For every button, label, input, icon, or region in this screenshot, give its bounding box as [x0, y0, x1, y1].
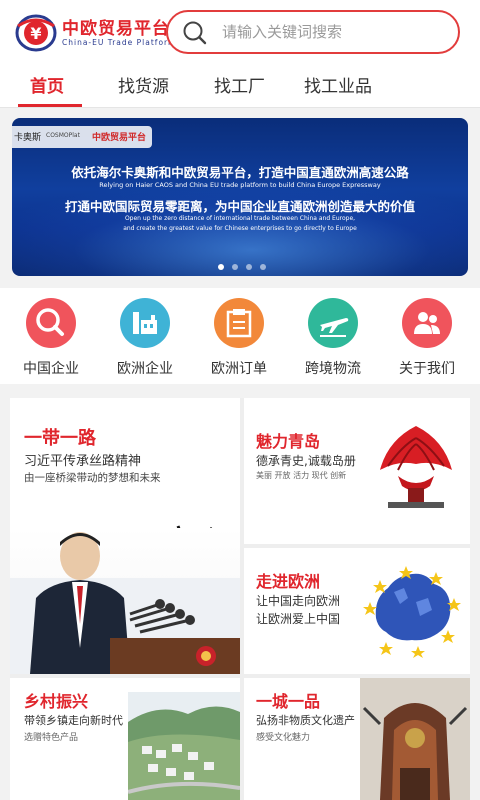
nav-european-orders[interactable]: 欧洲订单: [198, 298, 278, 378]
feature-title: 魅力青岛: [256, 432, 321, 451]
feature-city-product[interactable]: 一城一品 弘扬非物质文化遗产 感受文化魅力: [244, 678, 470, 800]
nav-label: 中国企业: [23, 361, 79, 377]
category-tabs: 首页 找货源 找工厂 找工业品: [0, 64, 480, 108]
grid-divider: [240, 398, 244, 800]
banner-english-2: Open up the zero distance of internation…: [124, 215, 356, 222]
promo-banner[interactable]: 卡奥斯 COSMOPlat 中欧贸易平台 依托海尔卡奥斯和中欧贸易平台，打造中国…: [12, 118, 468, 276]
feature-tags: 美丽 开放 活力 现代 创新: [256, 471, 347, 480]
feature-title: 走进欧洲: [256, 572, 321, 591]
cultural-heritage-photo: [360, 678, 470, 800]
feature-grid: 一带一路 习近平传承丝路精神 由一座桥梁带动的梦想和未来 魅力青岛 德承青史,诚…: [10, 398, 470, 800]
factory-icon: [120, 298, 170, 348]
active-tab-indicator: [18, 104, 82, 107]
nav-label: 关于我们: [399, 361, 455, 377]
app-screen: ¥ 中欧贸易平台 China-EU Trade Platform 首页 找货源 …: [0, 0, 480, 800]
nav-label: 跨境物流: [305, 361, 361, 377]
platform-logo[interactable]: ¥ 中欧贸易平台 China-EU Trade Platform: [12, 8, 175, 56]
tab-find-supply[interactable]: 找货源: [118, 72, 169, 97]
banner-brand-strip: 卡奥斯 COSMOPlat 中欧贸易平台: [12, 126, 152, 148]
carousel-dot[interactable]: [232, 264, 238, 270]
feature-qingdao[interactable]: 魅力青岛 德承青史,诚载岛册 美丽 开放 活力 现代 创新: [244, 398, 470, 544]
magnifier-icon: [26, 298, 76, 348]
search-box[interactable]: [166, 10, 460, 54]
yen-globe-logo-icon: ¥: [15, 14, 57, 52]
airplane-icon: [308, 298, 358, 348]
banner-english-3: and create the greatest value for Chines…: [123, 225, 357, 232]
feature-rural[interactable]: 乡村振兴 带领乡镇走向新时代 选赠特色产品: [10, 678, 240, 800]
banner-english-1: Relying on Haier CAOS and China EU trade…: [99, 181, 381, 189]
brand-caos: 卡奥斯: [14, 133, 42, 143]
svg-text:¥: ¥: [30, 24, 41, 43]
feature-line-1: 弘扬非物质文化遗产: [256, 714, 355, 727]
order-icon: [214, 298, 264, 348]
search-input[interactable]: [222, 21, 442, 43]
feature-europe[interactable]: 走进欧洲 让中国走向欧洲 让欧洲爱上中国: [244, 548, 470, 674]
feature-line-1: 习近平传承丝路精神: [24, 454, 142, 469]
brand-platform: 中欧贸易平台: [92, 133, 147, 143]
nav-label: 欧洲企业: [117, 361, 173, 377]
eu-map-stars: [356, 558, 466, 658]
nav-chinese-enterprises[interactable]: 中国企业: [10, 298, 90, 378]
brand-cosmoplat: COSMOPlat: [46, 132, 80, 139]
feature-tags: 感受文化魅力: [256, 733, 311, 743]
feature-line-1: 德承青史,诚载岛册: [256, 454, 356, 468]
grid-divider: [244, 544, 470, 548]
quick-nav: 中国企业 欧洲企业 欧洲订单 跨境物流 关于我们: [0, 288, 480, 384]
feature-title: 乡村振兴: [24, 692, 89, 711]
nav-european-enterprises[interactable]: 欧洲企业: [104, 298, 184, 378]
carousel-dot[interactable]: [246, 264, 252, 270]
top-header: ¥ 中欧贸易平台 China-EU Trade Platform: [0, 0, 480, 64]
leader-photo: [10, 528, 240, 674]
feature-title: 一带一路: [24, 428, 96, 449]
people-icon: [402, 298, 452, 348]
may-fourth-sculpture: [368, 420, 464, 516]
feature-tags: 选赠特色产品: [24, 733, 79, 743]
carousel-dot[interactable]: [260, 264, 266, 270]
feature-line-1: 带领乡镇走向新时代: [24, 714, 123, 727]
feature-belt-road[interactable]: 一带一路 习近平传承丝路精神 由一座桥梁带动的梦想和未来: [10, 398, 240, 674]
grid-divider: [10, 674, 470, 678]
tab-find-industrial[interactable]: 找工业品: [304, 72, 372, 97]
banner-headline-1: 依托海尔卡奥斯和中欧贸易平台，打造中国直通欧洲高速公路: [71, 165, 409, 180]
logo-title: 中欧贸易平台: [62, 19, 170, 39]
nav-about-us[interactable]: 关于我们: [386, 298, 466, 378]
nav-cross-border-logistics[interactable]: 跨境物流: [292, 298, 372, 378]
carousel-dot[interactable]: [218, 264, 224, 270]
banner-headline-2: 打通中欧国际贸易零距离，为中国企业直通欧洲创造最大的价值: [64, 199, 415, 214]
village-aerial-photo: [127, 692, 240, 800]
nav-label: 欧洲订单: [211, 361, 267, 377]
tab-home[interactable]: 首页: [30, 72, 64, 97]
carousel-dots: [218, 264, 278, 272]
feature-line-2: 让欧洲爱上中国: [256, 612, 341, 626]
search-icon[interactable]: [182, 20, 208, 46]
feature-title: 一城一品: [256, 692, 321, 711]
logo-subtitle: China-EU Trade Platform: [62, 38, 177, 47]
feature-line-1: 让中国走向欧洲: [256, 594, 341, 608]
feature-line-2: 由一座桥梁带动的梦想和未来: [24, 472, 161, 484]
tab-find-factory[interactable]: 找工厂: [214, 72, 265, 97]
